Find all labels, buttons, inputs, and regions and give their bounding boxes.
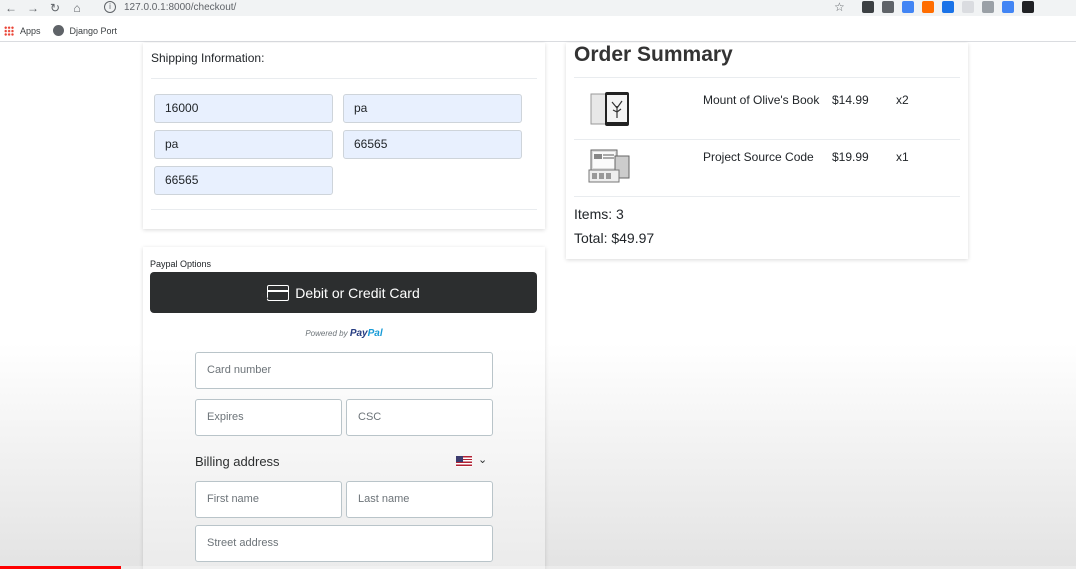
paypal-options-title: Paypal Options <box>150 259 212 269</box>
shipping-card: Shipping Information: 16000 pa pa 66565 … <box>143 43 545 229</box>
reload-icon[interactable]: ↻ <box>44 1 66 15</box>
extension-icons <box>862 1 1034 13</box>
shipping-field[interactable]: 66565 <box>154 166 333 195</box>
divider <box>151 78 537 79</box>
extension-icon[interactable] <box>862 1 874 13</box>
divider <box>574 77 960 78</box>
paypal-card: Paypal Options Debit or Credit Card Powe… <box>143 247 545 569</box>
chevron-down-icon[interactable]: ⌄ <box>478 453 487 466</box>
mouse-cursor-icon: ⇖ <box>260 291 270 303</box>
home-icon[interactable]: ⌂ <box>66 1 88 15</box>
item-price: $14.99 <box>832 93 869 107</box>
divider <box>574 196 960 197</box>
extension-icon[interactable] <box>922 1 934 13</box>
paypal-logo-pal: Pal <box>367 328 383 339</box>
shipping-field[interactable]: pa <box>343 94 522 123</box>
item-name: Project Source Code <box>703 150 814 164</box>
order-summary-card: Order Summary Mount of Olive's Book $14.… <box>566 43 968 259</box>
bookmark-label: Apps <box>20 25 41 36</box>
divider <box>151 209 537 210</box>
extension-icon[interactable] <box>942 1 954 13</box>
card-number-input[interactable]: Card number <box>195 352 493 389</box>
bookmarks-bar: Apps Django Port <box>0 20 1076 42</box>
extension-icon[interactable] <box>902 1 914 13</box>
site-info-icon[interactable]: i <box>104 1 116 13</box>
forward-icon[interactable]: → <box>22 1 44 15</box>
item-quantity: x2 <box>896 93 909 107</box>
powered-by-text: Powered by <box>305 329 348 338</box>
first-name-input[interactable]: First name <box>195 481 342 518</box>
credit-card-icon <box>267 284 290 301</box>
paypal-logo-pay: Pay <box>349 328 368 339</box>
items-count: Items: 3 <box>574 206 624 222</box>
browser-toolbar: ← → ↻ ⌂ i 127.0.0.1:8000/checkout/ ☆ <box>0 0 1076 16</box>
bookmark-star-icon[interactable]: ☆ <box>834 0 845 14</box>
checkout-page: Shipping Information: 16000 pa pa 66565 … <box>0 43 1076 569</box>
back-icon[interactable]: ← <box>0 1 22 15</box>
extension-icon[interactable] <box>882 1 894 13</box>
address-bar[interactable]: i 127.0.0.1:8000/checkout/ <box>96 0 856 14</box>
divider <box>574 139 960 140</box>
shipping-field[interactable]: 16000 <box>154 94 333 123</box>
billing-address-label: Billing address <box>195 454 280 469</box>
bookmark-label: Django Port <box>69 25 118 36</box>
us-flag-icon[interactable] <box>456 456 472 467</box>
order-summary-title: Order Summary <box>574 43 733 66</box>
shipping-title: Shipping Information: <box>151 51 265 65</box>
item-quantity: x1 <box>896 150 909 164</box>
shipping-field[interactable]: 66565 <box>343 130 522 159</box>
csc-input[interactable]: CSC <box>346 399 493 436</box>
book-thumbnail <box>590 92 629 126</box>
bookmark-apps[interactable]: Apps <box>4 25 41 36</box>
globe-icon <box>52 25 64 36</box>
shipping-field[interactable]: pa <box>154 130 333 159</box>
extension-icon[interactable] <box>982 1 994 13</box>
extension-icon[interactable] <box>1022 1 1034 13</box>
powered-by-paypal: Powered by PayPal <box>143 328 545 339</box>
item-name: Mount of Olive's Book <box>703 93 820 107</box>
bookmark-django-port[interactable]: Django Port <box>52 25 118 36</box>
last-name-input[interactable]: Last name <box>346 481 493 518</box>
expires-input[interactable]: Expires <box>195 399 342 436</box>
street-address-input[interactable]: Street address <box>195 525 493 562</box>
extension-icon[interactable] <box>962 1 974 13</box>
debit-credit-card-button[interactable]: Debit or Credit Card <box>150 272 537 313</box>
url-text: 127.0.0.1:8000/checkout/ <box>124 1 237 13</box>
paypal-logo: PayPal <box>350 328 383 339</box>
item-price: $19.99 <box>832 150 869 164</box>
extension-icon[interactable] <box>1002 1 1014 13</box>
button-label: Debit or Credit Card <box>295 284 420 301</box>
screens-thumbnail <box>588 149 630 183</box>
apps-grid-icon <box>4 25 14 36</box>
order-total: Total: $49.97 <box>574 230 655 246</box>
